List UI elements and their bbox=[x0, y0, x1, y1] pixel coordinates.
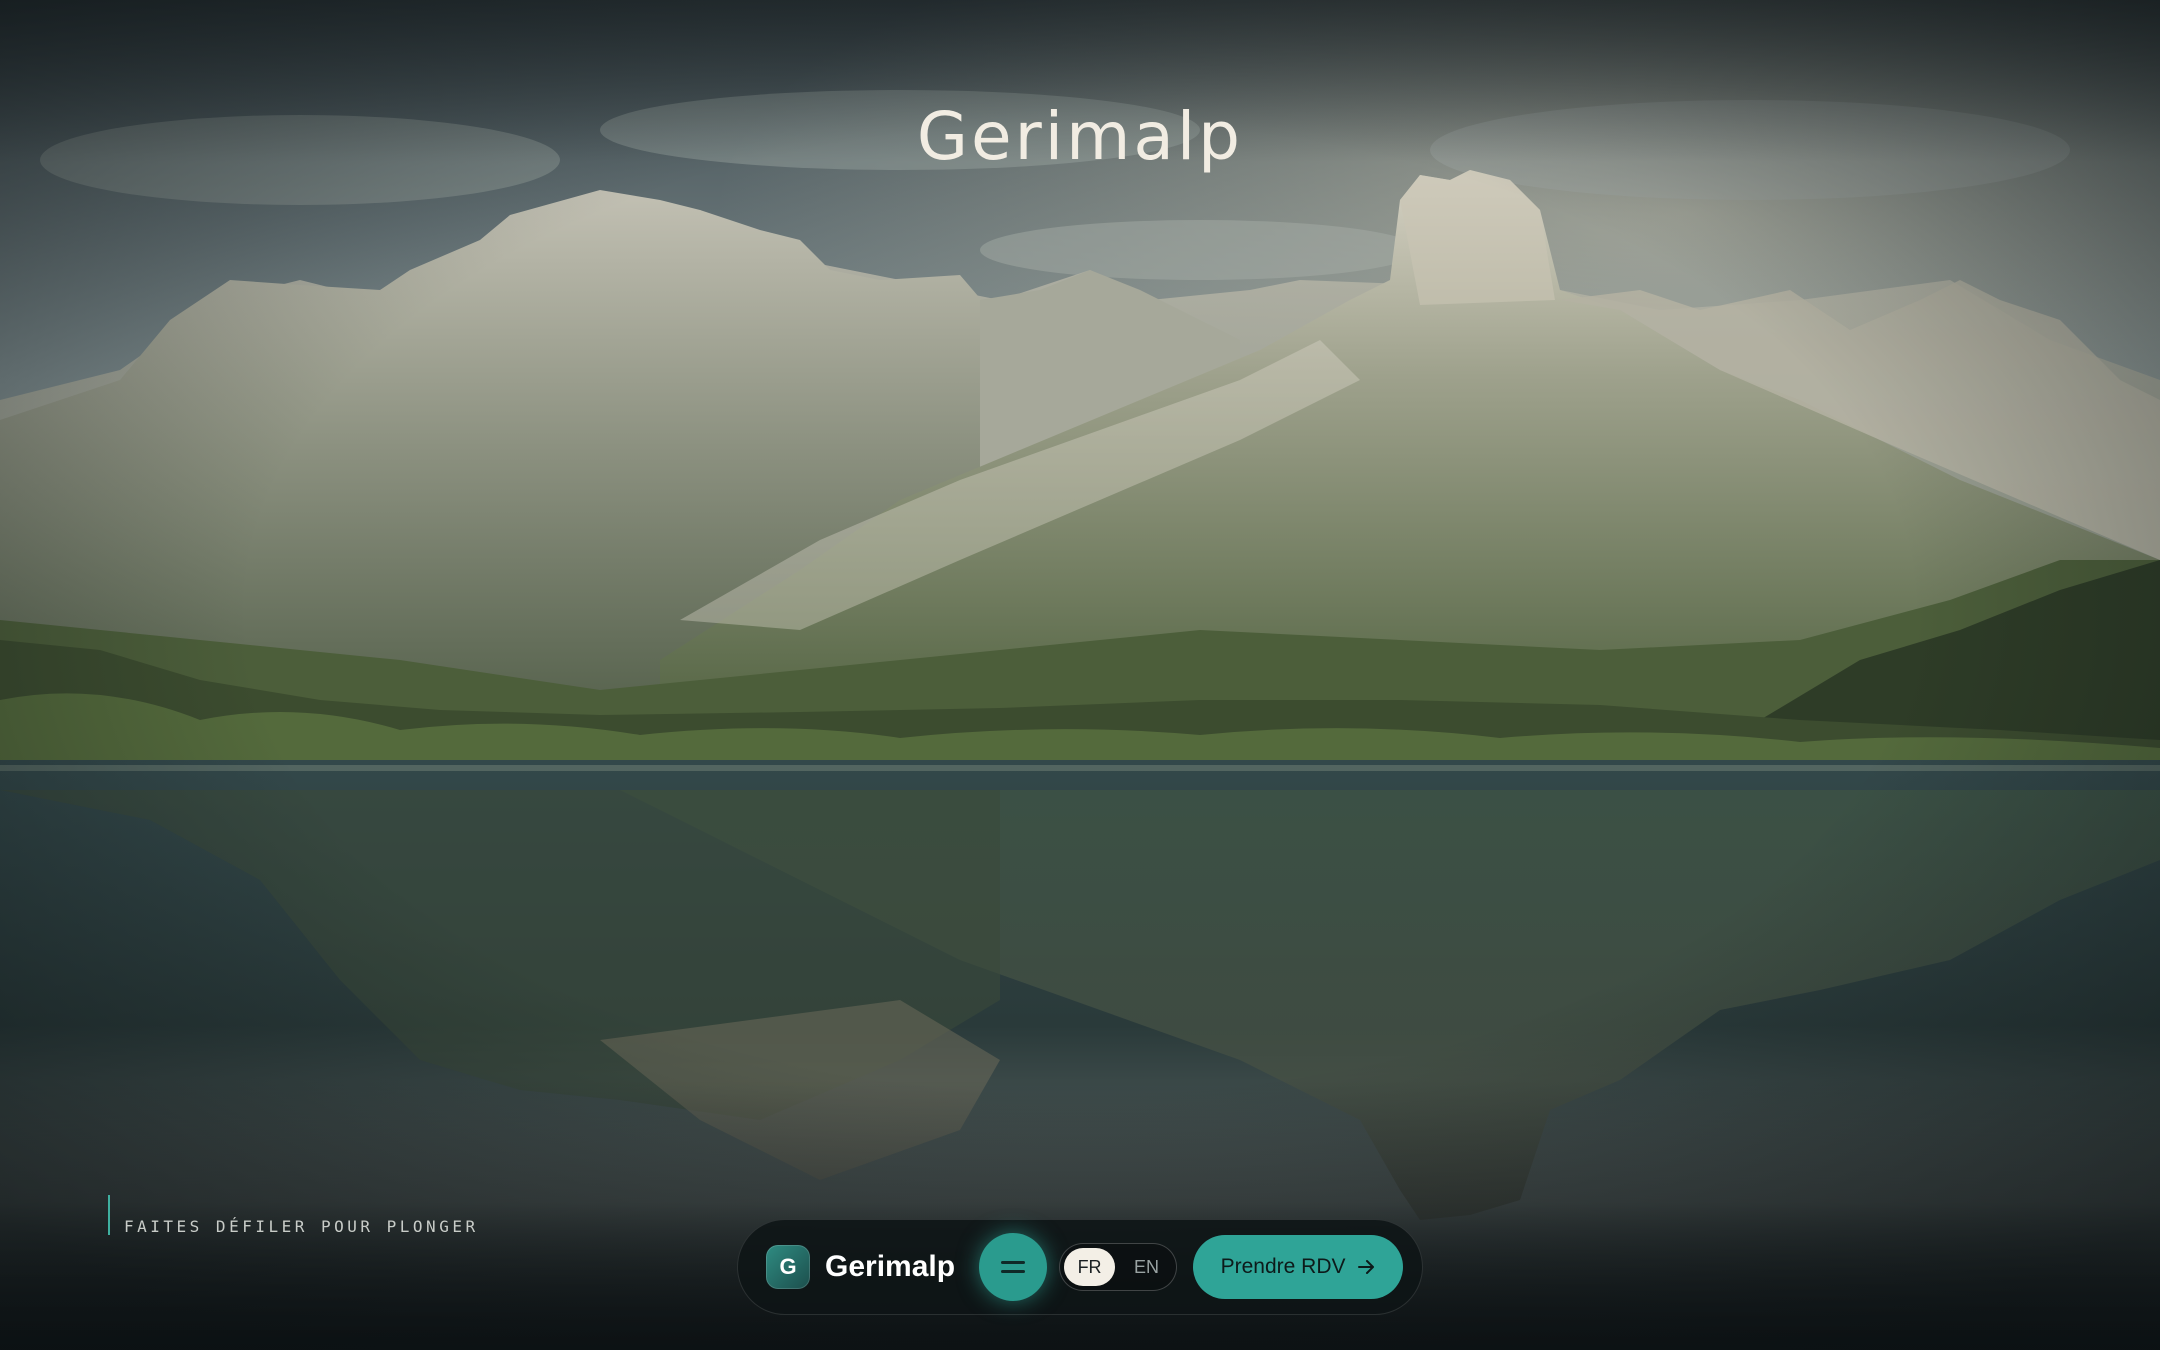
brand-name[interactable]: Gerimalp bbox=[825, 1250, 955, 1284]
scroll-hint: FAITES DÉFILER POUR PLONGER bbox=[108, 1195, 479, 1236]
menu-button[interactable] bbox=[979, 1233, 1048, 1301]
book-appointment-button[interactable]: Prendre RDV bbox=[1193, 1235, 1404, 1299]
cta-label: Prendre RDV bbox=[1220, 1255, 1346, 1278]
scroll-hint-text: FAITES DÉFILER POUR PLONGER bbox=[124, 1216, 479, 1236]
lang-option-en[interactable]: EN bbox=[1121, 1248, 1172, 1286]
hero-section: Gerimalp FAITES DÉFILER POUR PLONGER G G… bbox=[0, 0, 2160, 1350]
equals-menu-icon bbox=[1001, 1261, 1026, 1273]
floating-dock-nav: G Gerimalp FR EN Prendre RDV bbox=[737, 1219, 1423, 1315]
brand-badge[interactable]: G bbox=[766, 1245, 810, 1289]
arrow-right-icon bbox=[1357, 1260, 1374, 1274]
language-toggle: FR EN bbox=[1059, 1243, 1178, 1291]
mountain-lake-background bbox=[0, 0, 2160, 1350]
hero-title: Gerimalp bbox=[916, 98, 1244, 176]
lang-option-fr[interactable]: FR bbox=[1064, 1248, 1116, 1286]
